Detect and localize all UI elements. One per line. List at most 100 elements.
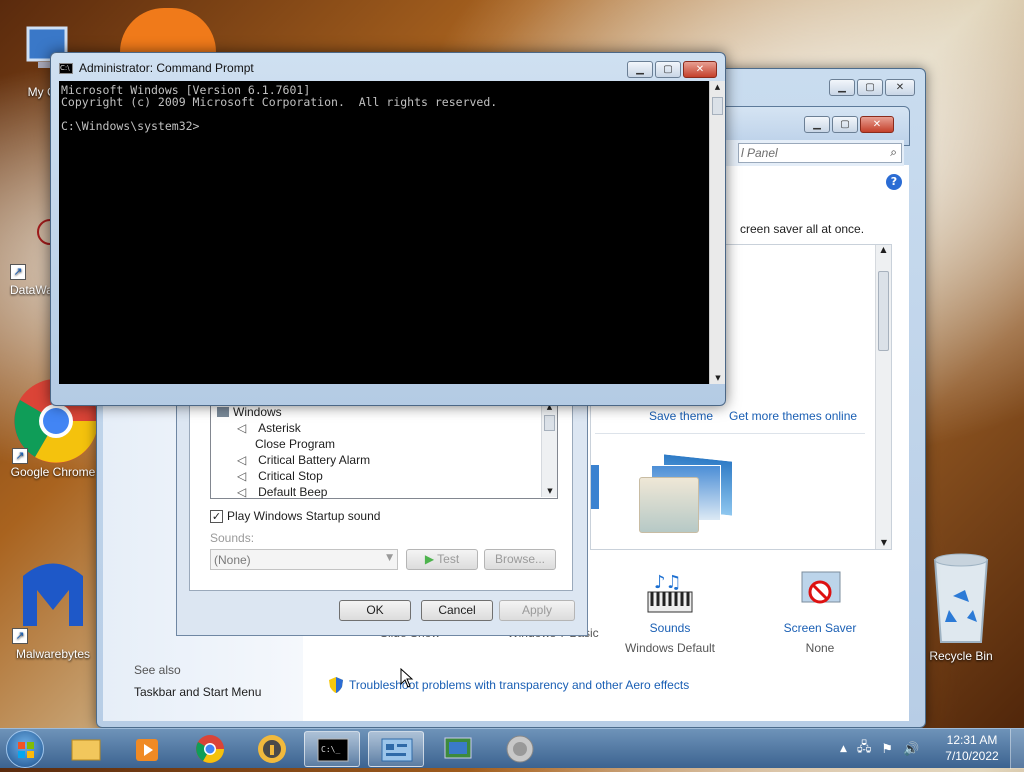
event-list-item[interactable]: ◁ Default Beep (237, 485, 327, 499)
sounds-label: Sounds: (210, 531, 255, 545)
taskbar-explorer[interactable] (58, 731, 114, 767)
shortcut-arrow-icon: ↗ (10, 264, 26, 280)
taskbar-start-menu-link[interactable]: Taskbar and Start Menu (134, 685, 261, 699)
folder-icon (71, 739, 101, 761)
test-button[interactable]: ▶ Test (406, 549, 478, 570)
help-icon[interactable]: ? (886, 174, 902, 190)
cmd-console[interactable]: Microsoft Windows [Version 6.1.7601] Copy… (59, 81, 709, 384)
taskbar-keepass[interactable] (244, 731, 300, 767)
save-theme-link[interactable]: Save theme (649, 409, 713, 423)
close-button[interactable]: ✕ (860, 116, 894, 133)
scroll-thumb[interactable] (544, 415, 555, 431)
theme-thumbnail-partial[interactable] (591, 465, 599, 509)
chevron-down-icon: ▼ (386, 553, 393, 563)
maximize-button[interactable]: ▢ (655, 61, 681, 78)
personalization-icon (444, 737, 472, 759)
scroll-down-icon[interactable]: ▼ (710, 374, 726, 382)
taskbar-personalization[interactable] (430, 731, 486, 767)
windows-logo-icon (217, 407, 229, 417)
taskbar-cmd[interactable]: C:\_ (304, 731, 360, 767)
tray-expand-icon[interactable]: ▲ (840, 744, 847, 754)
event-list-item[interactable]: ◁ Critical Stop (237, 469, 323, 483)
setting-label: Screen Saver (783, 621, 857, 635)
speaker-icon (506, 735, 534, 763)
windows-logo-icon (18, 742, 34, 758)
taskbar-chrome[interactable] (182, 731, 238, 767)
setting-screen-saver[interactable]: Screen Saver None (760, 568, 880, 655)
console-line: Copyright (c) 2009 Microsoft Corporation… (61, 95, 498, 109)
themes-scrollbar[interactable]: ▲ ▼ (875, 245, 891, 549)
search-box[interactable]: l Panel ⌕ (738, 143, 902, 163)
sounds-select[interactable]: (None) ▼ (210, 549, 398, 570)
event-list-item[interactable]: Close Program (237, 437, 335, 451)
desktop-icon-label: Recycle Bin (929, 649, 993, 663)
volume-icon[interactable]: 🔊 (903, 742, 919, 757)
taskbar-sound[interactable] (492, 731, 548, 767)
close-button[interactable]: ✕ (683, 61, 717, 78)
scroll-thumb[interactable] (878, 271, 889, 351)
scroll-up-icon[interactable]: ▲ (710, 83, 725, 91)
cmd-icon: C:\_ (317, 738, 349, 762)
maximize-button[interactable]: ▢ (832, 116, 858, 133)
scroll-thumb[interactable] (712, 97, 723, 115)
speaker-icon: ◁ (237, 485, 247, 499)
mouse-cursor-icon (400, 668, 414, 688)
setting-value: Windows Default (624, 641, 716, 655)
tree-root-label: Windows (233, 405, 282, 419)
chrome-icon (196, 735, 224, 763)
cmd-scrollbar[interactable]: ▲ ▼ (709, 81, 725, 384)
desktop-icon-malwarebytes[interactable]: ↗ Malwarebytes (8, 556, 98, 661)
personalization-caption-buttons: ▁ ▢ ✕ (804, 116, 894, 133)
startup-sound-row[interactable]: ✓ Play Windows Startup sound (210, 509, 380, 523)
setting-label: Sounds (649, 621, 691, 635)
sound-tab-panel: ▲ ▼ Windows ◁ Asterisk Close Program ◁ C… (189, 401, 573, 591)
taskbar-control-panel[interactable] (368, 731, 424, 767)
startup-sound-checkbox[interactable]: ✓ (210, 509, 223, 523)
vlc-partial-icon (120, 8, 216, 52)
ok-button[interactable]: OK (339, 600, 411, 621)
test-button-label: Test (437, 552, 460, 566)
event-list-item[interactable]: ◁ Critical Battery Alarm (237, 453, 370, 467)
svg-text:C:\_: C:\_ (321, 745, 340, 754)
desktop-icon-recycle-bin[interactable]: Recycle Bin (916, 552, 1006, 663)
cancel-button[interactable]: Cancel (421, 600, 493, 621)
troubleshoot-row[interactable]: Troubleshoot problems with transparency … (329, 677, 689, 693)
minimize-button[interactable]: ▁ (804, 116, 830, 133)
setting-sounds[interactable]: ♪♫ Sounds Windows Default (620, 568, 720, 655)
cmd-caption-buttons: ▁ ▢ ✕ (627, 61, 717, 78)
scroll-down-icon[interactable]: ▼ (542, 487, 558, 495)
network-icon[interactable]: 🖧 (857, 738, 872, 760)
program-events-list[interactable]: ▲ ▼ Windows ◁ Asterisk Close Program ◁ C… (210, 401, 558, 499)
sound-dialog[interactable]: ▲ ▼ Windows ◁ Asterisk Close Program ◁ C… (176, 400, 588, 636)
maximize-button[interactable]: ▢ (857, 79, 883, 96)
apply-button[interactable]: Apply (499, 600, 575, 621)
cmd-window[interactable]: C:\ Administrator: Command Prompt ▁ ▢ ✕ … (50, 52, 726, 406)
search-input[interactable]: l Panel (741, 146, 778, 160)
search-icon[interactable]: ⌕ (890, 145, 897, 160)
events-scrollbar[interactable]: ▲ ▼ (541, 401, 557, 497)
scroll-down-icon[interactable]: ▼ (876, 538, 892, 547)
startup-sound-label: Play Windows Startup sound (227, 509, 381, 523)
show-desktop-button[interactable] (1010, 729, 1024, 769)
event-list-item[interactable]: ◁ Asterisk (237, 421, 301, 435)
action-center-flag-icon[interactable]: ⚑ (881, 742, 893, 757)
cmd-titlebar[interactable]: C:\ Administrator: Command Prompt (59, 61, 254, 75)
sounds-select-value: (None) (214, 553, 251, 567)
theme-thumbnail-nature[interactable] (639, 453, 735, 533)
desktop-icon-label: Malwarebytes (15, 647, 91, 661)
scroll-up-icon[interactable]: ▲ (876, 245, 891, 254)
get-more-themes-link[interactable]: Get more themes online (729, 409, 857, 423)
minimize-button[interactable]: ▁ (829, 79, 855, 96)
see-also-heading: See also (134, 663, 181, 677)
themes-divider (595, 433, 865, 434)
description-text: creen saver all at once. (740, 222, 865, 236)
minimize-button[interactable]: ▁ (627, 61, 653, 78)
close-button[interactable]: ✕ (885, 79, 915, 96)
browse-button[interactable]: Browse... (484, 549, 556, 570)
tree-root-item[interactable]: Windows (217, 405, 282, 419)
event-label: Critical Battery Alarm (258, 453, 371, 467)
start-button[interactable] (6, 730, 44, 768)
clock[interactable]: 12:31 AM 7/10/2022 (940, 732, 1004, 764)
sounds-icon: ♪♫ (647, 572, 693, 613)
taskbar-media-player[interactable] (120, 731, 176, 767)
